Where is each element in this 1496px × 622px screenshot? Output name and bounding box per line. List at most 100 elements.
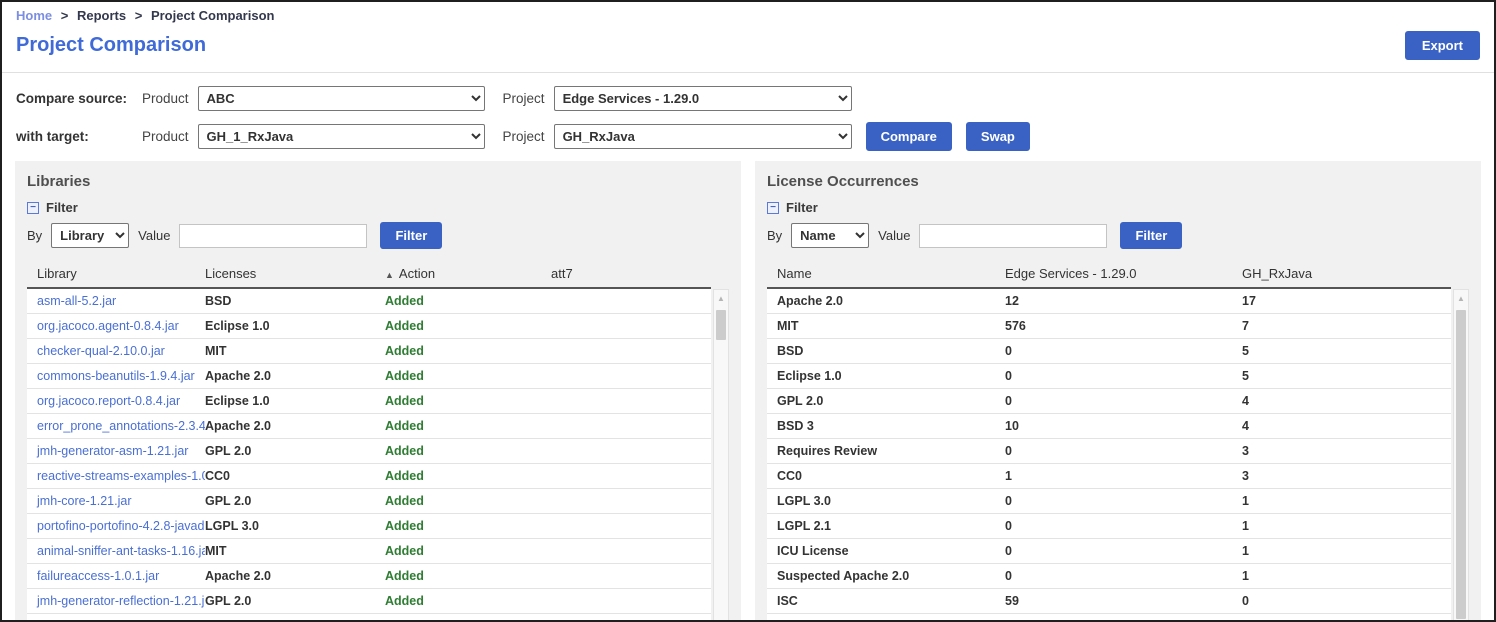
- license-cell: LGPL 3.0: [205, 514, 385, 539]
- library-link[interactable]: jmh-core-1.21.jar: [27, 489, 205, 514]
- source-count-cell: 0: [1005, 514, 1242, 539]
- license-name-cell: LGPL 2.1: [767, 514, 1005, 539]
- table-row: GPL 2.004: [767, 389, 1451, 414]
- column-header-action[interactable]: ▲Action: [385, 262, 551, 288]
- licenses-table-body: Apache 2.01217MIT5767BSD05Eclipse 1.005G…: [767, 288, 1451, 622]
- sort-ascending-icon: ▲: [385, 270, 394, 280]
- library-link[interactable]: reactive-streams-examples-1.0....: [27, 464, 205, 489]
- source-count-cell: 10: [1005, 614, 1242, 622]
- att7-cell: [551, 364, 711, 389]
- column-header-source-project[interactable]: Edge Services - 1.29.0: [1005, 262, 1242, 288]
- filter-collapse-icon[interactable]: −: [27, 202, 39, 214]
- table-row: CC013: [767, 464, 1451, 489]
- compare-source-label: Compare source:: [16, 91, 142, 106]
- library-link[interactable]: asm-all-5.2.jar: [27, 288, 205, 314]
- libraries-table-header-row: Library Licenses ▲Action att7: [27, 262, 711, 288]
- scrollbar-up-arrow[interactable]: ▲: [714, 290, 728, 306]
- licenses-scrollbar[interactable]: ▲: [1453, 289, 1469, 622]
- table-row: BSD 3104: [767, 414, 1451, 439]
- library-link[interactable]: jmh-generator-asm-1.21.jar: [27, 439, 205, 464]
- table-row: reactive-streams-examples-1.0....CC0Adde…: [27, 464, 711, 489]
- source-count-cell: 1: [1005, 464, 1242, 489]
- libraries-filter-value-input[interactable]: [179, 224, 367, 248]
- action-cell: Added: [385, 339, 551, 364]
- source-count-cell: 0: [1005, 489, 1242, 514]
- source-count-cell: 0: [1005, 339, 1242, 364]
- table-row: failureaccess-1.0.1.jarApache 2.0Added: [27, 564, 711, 589]
- column-header-licenses[interactable]: Licenses: [205, 262, 385, 288]
- action-cell: Added: [385, 314, 551, 339]
- breadcrumb-home-link[interactable]: Home: [16, 8, 52, 23]
- libraries-filter-by-select[interactable]: Library: [51, 223, 129, 248]
- table-row: org.jacoco.report-0.8.4.jarEclipse 1.0Ad…: [27, 389, 711, 414]
- library-link[interactable]: portofino-portofino-4.2.8-javadoc: [27, 514, 205, 539]
- license-cell: CC0: [205, 464, 385, 489]
- page-title: Project Comparison: [16, 34, 206, 57]
- target-count-cell: 4: [1242, 389, 1451, 414]
- target-count-cell: 3: [1242, 439, 1451, 464]
- library-link[interactable]: error_prone_annotations-2.3.4.j...: [27, 414, 205, 439]
- target-count-cell: 17: [1242, 288, 1451, 314]
- swap-button[interactable]: Swap: [966, 122, 1030, 151]
- table-row: asm-all-5.2.jarBSDAdded: [27, 288, 711, 314]
- target-product-label: Product: [142, 129, 189, 144]
- source-project-select[interactable]: Edge Services - 1.29.0: [554, 86, 852, 111]
- compare-button[interactable]: Compare: [866, 122, 952, 151]
- licenses-filter-by-select[interactable]: Name: [791, 223, 869, 248]
- project-comparison-page: Home > Reports > Project Comparison Proj…: [0, 0, 1496, 622]
- libraries-filter-button[interactable]: Filter: [380, 222, 442, 249]
- att7-cell: [551, 389, 711, 414]
- library-link[interactable]: animal-sniffer-ant-tasks-1.16.jar: [27, 539, 205, 564]
- library-link[interactable]: jmh-generator-reflection-1.21.jar: [27, 589, 205, 614]
- license-cell: Apache 2.0: [205, 614, 385, 622]
- target-product-select[interactable]: GH_1_RxJava: [198, 124, 485, 149]
- source-product-select[interactable]: ABC: [198, 86, 485, 111]
- license-name-cell: Requires Review: [767, 439, 1005, 464]
- library-link[interactable]: commons-beanutils-1.9.4.jar: [27, 364, 205, 389]
- library-link[interactable]: failureaccess-1.0.1.jar: [27, 564, 205, 589]
- action-cell: Added: [385, 589, 551, 614]
- scrollbar-thumb[interactable]: [716, 310, 726, 340]
- breadcrumb-current: Project Comparison: [151, 8, 275, 23]
- att7-cell: [551, 288, 711, 314]
- libraries-filter-row: By Library Value Filter: [27, 222, 729, 249]
- library-link[interactable]: picocli-4.0.4.jar: [27, 614, 205, 622]
- license-cell: Apache 2.0: [205, 414, 385, 439]
- licenses-filter-value-input[interactable]: [919, 224, 1107, 248]
- action-cell: Added: [385, 464, 551, 489]
- page-header: Home > Reports > Project Comparison Proj…: [2, 2, 1494, 73]
- column-header-target-project[interactable]: GH_RxJava: [1242, 262, 1451, 288]
- att7-cell: [551, 464, 711, 489]
- libraries-scrollbar[interactable]: ▲: [713, 289, 729, 622]
- att7-cell: [551, 514, 711, 539]
- license-name-cell: Suspected Apache 2.0: [767, 564, 1005, 589]
- table-row: LGPL 2.101: [767, 514, 1451, 539]
- table-row: ICU License01: [767, 539, 1451, 564]
- source-count-cell: 0: [1005, 564, 1242, 589]
- att7-cell: [551, 439, 711, 464]
- scrollbar-up-arrow[interactable]: ▲: [1454, 290, 1468, 306]
- target-count-cell: 1: [1242, 564, 1451, 589]
- licenses-filter-button[interactable]: Filter: [1120, 222, 1182, 249]
- filter-collapse-icon[interactable]: −: [767, 202, 779, 214]
- export-button[interactable]: Export: [1405, 31, 1480, 60]
- column-header-att7[interactable]: att7: [551, 262, 711, 288]
- license-occurrences-panel-title: License Occurrences: [767, 173, 1469, 190]
- att7-cell: [551, 489, 711, 514]
- library-link[interactable]: org.jacoco.agent-0.8.4.jar: [27, 314, 205, 339]
- library-link[interactable]: org.jacoco.report-0.8.4.jar: [27, 389, 205, 414]
- breadcrumb-reports[interactable]: Reports: [77, 8, 126, 23]
- source-count-cell: 10: [1005, 414, 1242, 439]
- action-cell: Added: [385, 288, 551, 314]
- target-count-cell: 0: [1242, 589, 1451, 614]
- column-header-name[interactable]: Name: [767, 262, 1005, 288]
- breadcrumb: Home > Reports > Project Comparison: [16, 8, 1480, 23]
- scrollbar-thumb[interactable]: [1456, 310, 1466, 619]
- filter-section-label: Filter: [786, 200, 818, 215]
- column-header-library[interactable]: Library: [27, 262, 205, 288]
- library-link[interactable]: checker-qual-2.10.0.jar: [27, 339, 205, 364]
- license-cell: Eclipse 1.0: [205, 389, 385, 414]
- att7-cell: [551, 614, 711, 622]
- table-row: org.jacoco.agent-0.8.4.jarEclipse 1.0Add…: [27, 314, 711, 339]
- target-project-select[interactable]: GH_RxJava: [554, 124, 852, 149]
